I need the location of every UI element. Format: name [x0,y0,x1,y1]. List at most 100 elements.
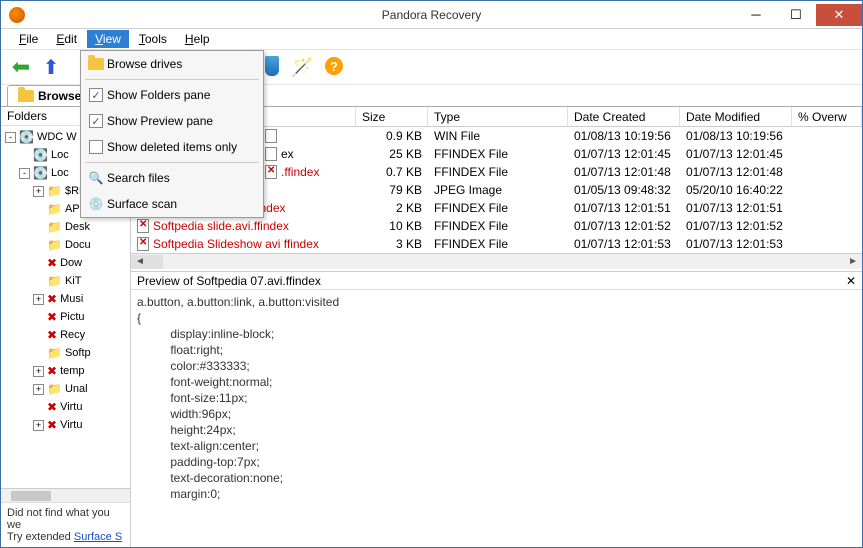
tree-node[interactable]: 📁Docu [1,236,130,254]
file-date-created: 01/07/13 12:01:45 [568,147,680,161]
file-date-modified: 01/07/13 12:01:48 [680,165,792,179]
app-icon [9,7,25,23]
file-type: JPEG Image [428,183,568,197]
file-date-created: 01/07/13 12:01:53 [568,237,680,251]
file-name: .ffindex [281,165,319,179]
tree-node[interactable]: +✖Musi [1,290,130,308]
file-size: 2 KB [356,201,428,215]
close-button[interactable]: ✕ [816,4,862,26]
surface-scan-link[interactable]: Surface S [74,531,122,543]
file-name: ex [281,147,294,161]
dropdown-label: Show Preview pane [107,114,213,128]
maximize-button[interactable]: ☐ [776,4,816,26]
file-date-created: 01/07/13 12:01:51 [568,201,680,215]
deleted-folder-icon: ✖ [47,416,57,434]
menu-file[interactable]: File [11,30,46,48]
minimize-button[interactable]: ─ [736,4,776,26]
tree-node[interactable]: ✖Recy [1,326,130,344]
menu-help[interactable]: Help [177,30,218,48]
menu-tools[interactable]: Tools [131,30,175,48]
file-date-modified: 01/07/13 12:01:53 [680,237,792,251]
expand-icon[interactable]: + [33,366,44,377]
col-date-created[interactable]: Date Created [568,107,680,126]
deleted-folder-icon: ✖ [47,308,57,326]
tree-node[interactable]: ✖Pictu [1,308,130,326]
tree-label: Softp [65,344,91,362]
tree-node[interactable]: 📁Desk [1,218,130,236]
deleted-folder-icon: ✖ [47,290,57,308]
tree-label: Loc [51,164,69,182]
up-icon[interactable]: ⬆ [39,55,63,79]
help-icon[interactable]: ? [325,57,343,75]
tree-label: Pictu [60,308,84,326]
file-type: FFINDEX File [428,201,568,215]
sidebar-scrollbar[interactable] [1,488,130,502]
expand-icon[interactable]: + [33,294,44,305]
dropdown-show-preview[interactable]: ✓ Show Preview pane [81,108,263,134]
file-icon [265,147,277,161]
file-type: FFINDEX File [428,165,568,179]
expand-icon[interactable]: + [33,384,44,395]
menu-edit[interactable]: Edit [48,30,85,48]
tree-node[interactable]: ✖Dow [1,254,130,272]
window-title: Pandora Recovery [382,8,481,22]
col-type[interactable]: Type [428,107,568,126]
tree-node[interactable]: +✖Virtu [1,416,130,434]
file-date-created: 01/08/13 10:19:56 [568,129,680,143]
tree-node[interactable]: 📁Softp [1,344,130,362]
tree-node[interactable]: +📁Unal [1,380,130,398]
deleted-folder-icon: ✖ [47,326,57,344]
dropdown-label: Browse drives [107,57,182,71]
list-scrollbar[interactable]: ◄ ► [131,253,862,269]
folder-icon: 📁 [47,272,62,290]
file-date-modified: 01/07/13 12:01:45 [680,147,792,161]
menu-view[interactable]: View [87,30,129,48]
dropdown-show-folders[interactable]: ✓ Show Folders pane [81,82,263,108]
filter-icon[interactable] [265,56,279,76]
file-date-created: 01/07/13 12:01:52 [568,219,680,233]
preview-body: a.button, a.button:link, a.button:visite… [131,290,862,547]
dropdown-label: Surface scan [107,197,177,211]
tree-node[interactable]: 📁KiT [1,272,130,290]
file-row[interactable]: Softpedia Slideshow avi ffindex 3 KBFFIND… [131,235,862,253]
col-overwritten[interactable]: % Overw [792,107,862,126]
dropdown-show-deleted[interactable]: Show deleted items only [81,134,263,160]
expand-icon[interactable]: - [5,132,16,143]
scroll-left-icon[interactable]: ◄ [135,256,145,267]
tree-label: KiT [65,272,82,290]
expand-icon[interactable]: + [33,420,44,431]
file-icon [265,165,277,179]
folder-icon: 📁 [47,200,62,218]
tree-label: WDC W [37,128,77,146]
disk-icon: 💽 [33,164,48,182]
dropdown-search-files[interactable]: 🔍 Search files [81,165,263,191]
file-row[interactable]: Softpedia slide.avi.ffindex10 KBFFINDEX … [131,217,862,235]
tree-label: Recy [60,326,85,344]
file-type: FFINDEX File [428,237,568,251]
preview-close-button[interactable]: ✕ [846,274,856,288]
tree-node[interactable]: ✖Virtu [1,398,130,416]
file-icon [265,129,277,143]
dropdown-surface-scan[interactable]: 💿 Surface scan [81,191,263,217]
back-icon[interactable]: ⬅ [9,55,33,79]
file-date-modified: 01/08/13 10:19:56 [680,129,792,143]
file-name: Softpedia Slideshow avi ffindex [153,237,319,251]
file-size: 3 KB [356,237,428,251]
expand-icon[interactable]: - [19,168,30,179]
wizard-icon[interactable]: 🪄 [291,57,313,78]
preview-header: Preview of Softpedia 07.avi.ffindex ✕ [131,272,862,290]
file-size: 0.9 KB [356,129,428,143]
file-size: 10 KB [356,219,428,233]
checkbox-icon [85,140,107,154]
col-size[interactable]: Size [356,107,428,126]
scroll-right-icon[interactable]: ► [848,256,858,267]
file-type: FFINDEX File [428,147,568,161]
tree-label: Docu [65,236,91,254]
dropdown-browse-drives[interactable]: Browse drives [81,51,263,77]
col-date-modified[interactable]: Date Modified [680,107,792,126]
expand-icon[interactable]: + [33,186,44,197]
tree-label: Dow [60,254,82,272]
dropdown-separator [85,79,259,80]
folder-icon: 📁 [47,218,62,236]
tree-node[interactable]: +✖temp [1,362,130,380]
